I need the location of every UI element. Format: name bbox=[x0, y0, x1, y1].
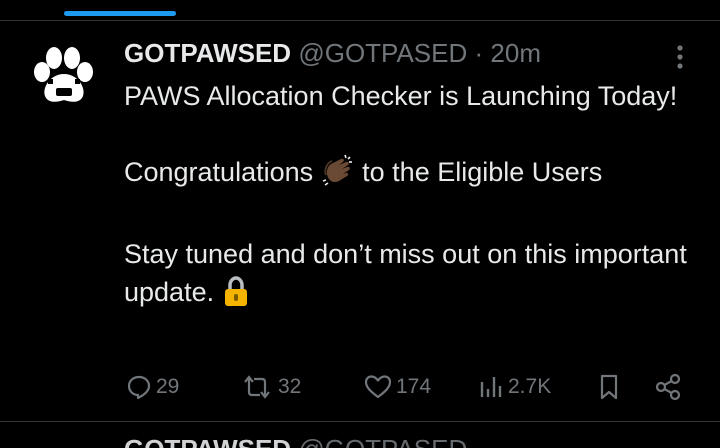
timestamp[interactable]: 20m bbox=[490, 38, 541, 68]
share-icon bbox=[655, 373, 681, 401]
repost-count: 32 bbox=[278, 375, 302, 398]
more-vertical-icon bbox=[677, 45, 683, 69]
clapping-hands-emoji bbox=[321, 153, 355, 197]
like-button[interactable]: 174 bbox=[364, 370, 431, 404]
post-actions: 29 32 174 2.7K bbox=[124, 370, 694, 404]
congrats-text: Congratulations bbox=[124, 157, 314, 187]
like-count: 174 bbox=[396, 375, 432, 398]
post-text: PAWS Allocation Checker is Launching Tod… bbox=[124, 77, 704, 317]
display-name[interactable]: GOTPAWSED bbox=[124, 38, 291, 68]
reply-icon bbox=[127, 375, 151, 400]
reply-count: 29 bbox=[156, 375, 180, 398]
post-text-line-2: Congratulations to the Eligible Users bbox=[124, 153, 704, 197]
avatar[interactable] bbox=[28, 44, 100, 108]
post-text-line-1: PAWS Allocation Checker is Launching Tod… bbox=[124, 81, 678, 111]
post-divider bbox=[0, 421, 720, 422]
separator: · bbox=[474, 38, 484, 68]
next-display-name[interactable]: GOTPAWSED bbox=[124, 434, 291, 448]
post-header: GOTPAWSED @GOTPASED · 20m bbox=[124, 36, 541, 70]
view-count: 2.7K bbox=[508, 375, 552, 398]
reply-button[interactable]: 29 bbox=[126, 370, 179, 404]
eligible-users-text: to the Eligible Users bbox=[362, 157, 603, 187]
next-handle[interactable]: @GOTPASED bbox=[298, 434, 467, 448]
views-button[interactable]: 2.7K bbox=[478, 370, 551, 404]
repost-button[interactable]: 32 bbox=[240, 370, 301, 404]
repost-icon bbox=[244, 375, 270, 399]
paw-icon bbox=[34, 47, 93, 102]
active-tab-indicator bbox=[64, 11, 176, 16]
lock-emoji bbox=[222, 275, 250, 317]
bookmark-button[interactable] bbox=[598, 370, 620, 404]
more-button[interactable] bbox=[668, 42, 692, 72]
handle[interactable]: @GOTPASED bbox=[298, 38, 467, 68]
top-divider bbox=[0, 20, 720, 21]
next-post-header[interactable]: GOTPAWSED @GOTPASED · bbox=[124, 432, 483, 448]
share-button[interactable] bbox=[654, 370, 682, 404]
views-icon bbox=[480, 377, 502, 397]
next-separator: · bbox=[475, 434, 484, 448]
like-icon bbox=[364, 375, 392, 399]
post-text-line-3: Stay tuned and don’t miss out on this im… bbox=[124, 235, 704, 317]
bookmark-icon bbox=[600, 374, 618, 400]
